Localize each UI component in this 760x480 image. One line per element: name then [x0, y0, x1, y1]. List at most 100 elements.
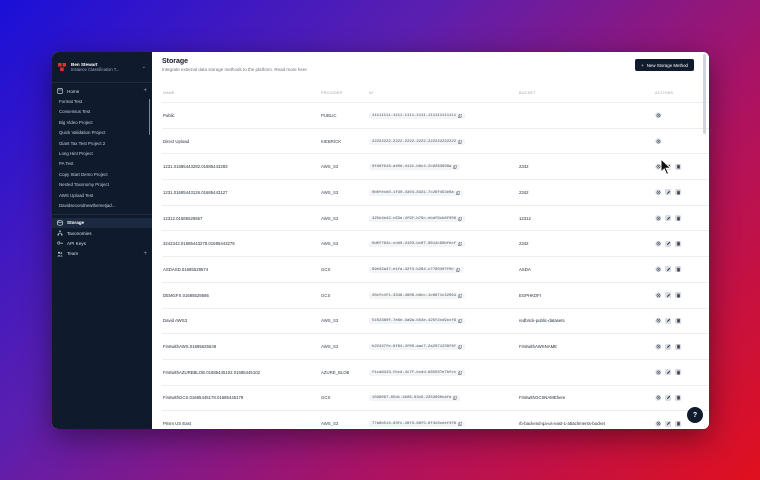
table-row[interactable]: 12312.01685529567 AWS_S3 425e4e42-c63e-4f9…	[162, 205, 709, 232]
main-scrollbar[interactable]	[703, 54, 706, 424]
main-scrollbar-thumb[interactable]	[703, 54, 706, 134]
table-row[interactable]: 3242342.01685443278.01685443279 AWS_S3 0d0…	[162, 230, 709, 258]
delete-icon[interactable]	[675, 266, 681, 273]
edit-icon[interactable]	[665, 189, 671, 196]
table-row[interactable]: 1231.01685443282.01685443283 AWS_S3 0fd6f9…	[162, 153, 709, 181]
settings-icon[interactable]	[655, 394, 661, 401]
sidebar-item-api-keys[interactable]: API Keys	[52, 238, 152, 248]
table-row[interactable]: Direct Upload KIEBRICK 22222222-2222-2222-…	[162, 128, 709, 155]
delete-icon[interactable]	[675, 292, 681, 299]
sidebar-project-item[interactable]: PA Test	[52, 159, 152, 169]
copy-icon[interactable]	[458, 319, 462, 324]
settings-icon[interactable]	[655, 138, 661, 145]
copy-icon[interactable]	[458, 345, 462, 349]
user-switcher[interactable]: Ben Stewart Instance Classification T...…	[52, 52, 152, 83]
sidebar-project-item[interactable]: Quick Validation Project	[52, 127, 152, 137]
project-list: Format Test Consensus Test Big Video Pro…	[52, 96, 152, 210]
storage-provider: PUBLIC	[320, 102, 368, 129]
sidebar-project-item[interactable]: Nested Taxonomy Project	[52, 179, 152, 189]
add-team-member-icon[interactable]: +	[143, 251, 147, 257]
row-actions-group	[655, 189, 708, 196]
table-row[interactable]: ASDASD.01685529574 GCS 69e32a47-e1fa-42f3-…	[162, 256, 709, 283]
sidebar-project-item[interactable]: Big Video Project	[52, 117, 152, 127]
copy-icon[interactable]	[453, 165, 458, 170]
new-storage-method-button[interactable]: + New Storage Method	[635, 59, 694, 71]
delete-icon[interactable]	[675, 163, 681, 170]
edit-icon[interactable]	[665, 240, 671, 247]
sidebar-item-taxonomies[interactable]: Taxonomies	[52, 228, 152, 238]
mouse-cursor-icon	[660, 158, 672, 176]
table-row[interactable]: FirstwithGCS.01685445178.01685445179 GCS 1…	[162, 385, 709, 412]
copy-icon[interactable]	[458, 216, 462, 221]
delete-icon[interactable]	[675, 240, 681, 247]
column-header-id[interactable]: ID	[368, 84, 518, 103]
storage-id-cell: 0fd6f918-a40e-412c-b6c2-2c8263609a	[368, 153, 518, 181]
delete-icon[interactable]	[675, 343, 681, 350]
table-row[interactable]: FirstwithAWS.01685625548 AWS_S3 b22447fe-8…	[162, 333, 709, 360]
settings-icon[interactable]	[655, 292, 661, 299]
delete-icon[interactable]	[675, 215, 681, 222]
table-row[interactable]: DEMGFX.01685529586 GCS 20cfc4f1-3349-4606-…	[162, 282, 709, 309]
plus-icon: +	[641, 62, 644, 68]
column-header-actions: ACTIONS	[654, 84, 709, 103]
help-button[interactable]: ?	[687, 407, 703, 423]
table-row[interactable]: Prism US East AWS_S3 77a8b514-83fc-48f3-88…	[162, 410, 709, 429]
edit-icon[interactable]	[665, 215, 671, 222]
read-more-link[interactable]: Read more here	[274, 67, 307, 72]
settings-icon[interactable]	[655, 420, 661, 427]
edit-icon[interactable]	[665, 420, 671, 427]
sidebar-project-item[interactable]: Davidsecondnewthemetjad...	[52, 200, 152, 210]
sidebar-project-item[interactable]: Giant Tax Test Project 2	[52, 138, 152, 148]
sidebar-project-item[interactable]: Format Test	[52, 96, 152, 106]
settings-icon[interactable]	[655, 317, 661, 324]
copy-icon[interactable]	[458, 139, 462, 144]
sidebar-project-item[interactable]: Consensus Test	[52, 107, 152, 117]
settings-icon[interactable]	[655, 369, 661, 376]
sidebar-project-item[interactable]: Long Hint Project	[52, 148, 152, 158]
settings-icon[interactable]	[655, 215, 661, 222]
settings-icon[interactable]	[655, 112, 661, 119]
settings-icon[interactable]	[655, 343, 661, 350]
edit-icon[interactable]	[665, 394, 671, 401]
delete-icon[interactable]	[675, 420, 681, 427]
delete-icon[interactable]	[675, 317, 681, 324]
table-row[interactable]: 1231.01685443126.01685443127 AWS_S3 0b0fec…	[162, 179, 709, 206]
edit-icon[interactable]	[665, 317, 671, 324]
copy-icon[interactable]	[458, 293, 462, 298]
sidebar-item-team[interactable]: Team +	[52, 248, 152, 258]
copy-icon[interactable]	[453, 396, 458, 401]
column-header-provider[interactable]: PROVIDER	[320, 84, 368, 103]
table-row[interactable]: Public PUBLIC 11111111-1111-1111-1111-1111…	[162, 102, 709, 129]
copy-icon[interactable]	[455, 190, 460, 195]
edit-icon[interactable]	[665, 292, 671, 299]
project-list-scrollbar[interactable]	[148, 99, 150, 136]
copy-icon[interactable]	[458, 422, 462, 427]
column-header-name[interactable]: NAME	[162, 84, 320, 103]
add-project-icon[interactable]: +	[143, 88, 147, 94]
settings-icon[interactable]	[655, 189, 661, 196]
row-actions-group	[655, 240, 708, 247]
delete-icon[interactable]	[675, 189, 681, 196]
storage-id-cell: 69e32a47-e1fa-42f3-b284-c7780407f0c	[368, 256, 518, 283]
sidebar-project-item[interactable]: AWS Upload Test	[52, 190, 152, 200]
edit-icon[interactable]	[665, 343, 671, 350]
delete-icon[interactable]	[675, 394, 681, 401]
sidebar-project-item[interactable]: Copy Start Demo Project	[52, 169, 152, 179]
row-actions	[654, 385, 709, 412]
sidebar-item-home[interactable]: Home +	[52, 86, 152, 96]
edit-icon[interactable]	[665, 369, 671, 376]
copy-icon[interactable]	[455, 268, 460, 272]
column-header-bucket[interactable]: BUCKET	[518, 84, 654, 103]
settings-icon[interactable]	[655, 240, 661, 247]
storage-bucket	[518, 359, 654, 386]
table-row[interactable]: FirstwithAZUREBLOB.01685445102.016854451…	[162, 359, 709, 386]
copy-icon[interactable]	[458, 242, 462, 247]
table-row[interactable]: David AWS3 AWS_S3 5102380f-7e6e-4a9a-b54e-…	[162, 308, 709, 335]
settings-icon[interactable]	[655, 266, 661, 273]
copy-icon[interactable]	[458, 113, 462, 118]
storage-name: Direct Upload	[162, 128, 320, 155]
copy-icon[interactable]	[458, 370, 462, 375]
sidebar-item-storage[interactable]: Storage	[52, 217, 152, 228]
edit-icon[interactable]	[665, 266, 671, 273]
delete-icon[interactable]	[675, 369, 681, 376]
